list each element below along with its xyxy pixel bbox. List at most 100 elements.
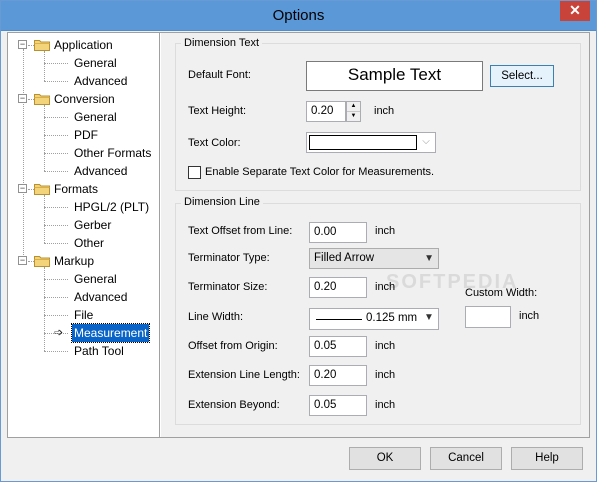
terminator-type-select[interactable]: Filled Arrow ▼ (309, 248, 439, 269)
tree-item-label: Application (54, 38, 113, 52)
tree-group-item[interactable]: Formats (52, 180, 100, 198)
chevron-down-icon: ⌵ (422, 136, 430, 147)
tree-connector (44, 51, 45, 81)
color-swatch (309, 135, 417, 150)
spin-up-icon[interactable]: ▲ (347, 102, 360, 112)
extension-length-input[interactable]: 0.20 (309, 365, 367, 386)
cancel-button[interactable]: Cancel (430, 447, 502, 470)
tree-leaf-item[interactable]: Measurement (70, 323, 151, 343)
ok-button[interactable]: OK (349, 447, 421, 470)
extension-beyond-input[interactable]: 0.05 (309, 395, 367, 416)
tree-leaf-item[interactable]: Advanced (72, 162, 129, 180)
extension-length-label: Extension Line Length: (188, 369, 300, 381)
tree-item-label: General (74, 56, 117, 70)
tree-leaf-item[interactable]: Advanced (72, 288, 129, 306)
font-sample-preview: Sample Text (306, 61, 483, 91)
text-height-input[interactable]: 0.20 (306, 101, 346, 122)
offset-origin-label: Offset from Origin: (188, 340, 278, 352)
tree-connector (44, 243, 68, 244)
text-height-label: Text Height: (188, 105, 247, 117)
tree-leaf-item[interactable]: PDF (72, 126, 100, 144)
tree-leaf-item[interactable]: File (72, 306, 95, 324)
close-icon: ✕ (569, 2, 581, 18)
tree-leaf-item[interactable]: General (72, 270, 119, 288)
folder-icon (34, 93, 50, 105)
text-offset-label: Text Offset from Line: (188, 225, 293, 237)
options-dialog: Options ✕ − Application General Advanced − Co… (0, 0, 597, 482)
tree-connector (44, 225, 68, 226)
extension-beyond-unit: inch (375, 399, 396, 411)
tree-connector (44, 207, 68, 208)
tree-item-label: Gerber (74, 218, 112, 232)
dimension-line-legend: Dimension Line (181, 196, 263, 208)
tree-leaf-item[interactable]: Other (72, 234, 106, 252)
chevron-down-icon: ▼ (424, 253, 434, 264)
terminator-type-label: Terminator Type: (188, 252, 270, 264)
dimension-text-legend: Dimension Text (181, 37, 262, 49)
tree-group-item[interactable]: Markup (52, 252, 96, 270)
tree-connector (44, 105, 45, 171)
close-button[interactable]: ✕ (560, 1, 590, 21)
tree-item-label: Conversion (54, 92, 115, 106)
tree-connector (44, 171, 68, 172)
tree-connector (44, 279, 68, 280)
line-width-value: 0.125 mm (366, 312, 418, 324)
select-font-button[interactable]: Select... (490, 65, 554, 87)
collapse-icon[interactable]: − (18, 40, 27, 49)
collapse-icon[interactable]: − (18, 184, 27, 193)
spin-down-icon[interactable]: ▼ (347, 112, 360, 122)
tree-item-label: HPGL/2 (PLT) (74, 200, 150, 214)
text-height-unit: inch (374, 105, 395, 117)
offset-origin-input[interactable]: 0.05 (309, 336, 367, 357)
tree-connector (44, 195, 45, 243)
tree-leaf-item[interactable]: HPGL/2 (PLT) (72, 198, 151, 216)
text-offset-input[interactable]: 0.00 (309, 222, 367, 243)
line-width-select[interactable]: 0.125 mm ▼ (309, 308, 439, 330)
collapse-icon[interactable]: − (18, 94, 27, 103)
terminator-size-label: Terminator Size: (188, 281, 268, 293)
tree-item-label: Formats (54, 182, 99, 196)
text-height-spinner[interactable]: ▲ ▼ (346, 101, 361, 122)
folder-icon (34, 39, 50, 51)
help-button[interactable]: Help (511, 447, 583, 470)
tree-item-label: Advanced (74, 164, 128, 178)
folder-icon (34, 255, 50, 267)
tree-connector (44, 63, 68, 64)
tree-leaf-item[interactable]: General (72, 54, 119, 72)
text-color-label: Text Color: (188, 137, 241, 149)
tree-connector (44, 297, 68, 298)
text-offset-unit: inch (375, 225, 396, 237)
tree-item-label: General (74, 110, 117, 124)
tree-leaf-item[interactable]: Path Tool (72, 342, 126, 360)
collapse-icon[interactable]: − (18, 256, 27, 265)
tree-leaf-item[interactable]: Gerber (72, 216, 113, 234)
tree-leaf-item[interactable]: General (72, 108, 119, 126)
tree-item-label: Path Tool (74, 344, 124, 358)
terminator-type-value: Filled Arrow (314, 252, 375, 264)
tree-item-label: Other Formats (74, 146, 152, 160)
tree-connector (44, 117, 68, 118)
terminator-size-unit: inch (375, 281, 396, 293)
custom-width-input[interactable] (465, 306, 511, 328)
tree-leaf-item[interactable]: Advanced (72, 72, 129, 90)
separate-color-checkbox[interactable] (188, 166, 201, 179)
default-font-label: Default Font: (188, 69, 251, 81)
tree-group-item[interactable]: Conversion (52, 90, 117, 108)
tree-item-label: File (74, 308, 94, 322)
extension-beyond-label: Extension Beyond: (188, 399, 280, 411)
tree-connector (44, 153, 68, 154)
dialog-body: − Application General Advanced − Conversion Ge… (7, 32, 590, 438)
tree-connector (44, 267, 45, 351)
tree-item-label: General (74, 272, 117, 286)
tree-group-item[interactable]: Application (52, 36, 115, 54)
terminator-size-input[interactable]: 0.20 (309, 277, 367, 298)
tree-item-label: Advanced (74, 290, 128, 304)
tree-leaf-item[interactable]: Other Formats (72, 144, 153, 162)
tree-item-label: Measurement (70, 323, 151, 343)
tree-connector (44, 351, 68, 352)
extension-length-unit: inch (375, 369, 396, 381)
measurement-panel: SOFTPEDIA Dimension Text Default Font: S… (161, 33, 589, 437)
text-color-picker[interactable]: ⌵ (306, 132, 436, 153)
separate-color-label: Enable Separate Text Color for Measureme… (205, 166, 435, 178)
options-tree[interactable]: − Application General Advanced − Conversion Ge… (8, 33, 160, 437)
